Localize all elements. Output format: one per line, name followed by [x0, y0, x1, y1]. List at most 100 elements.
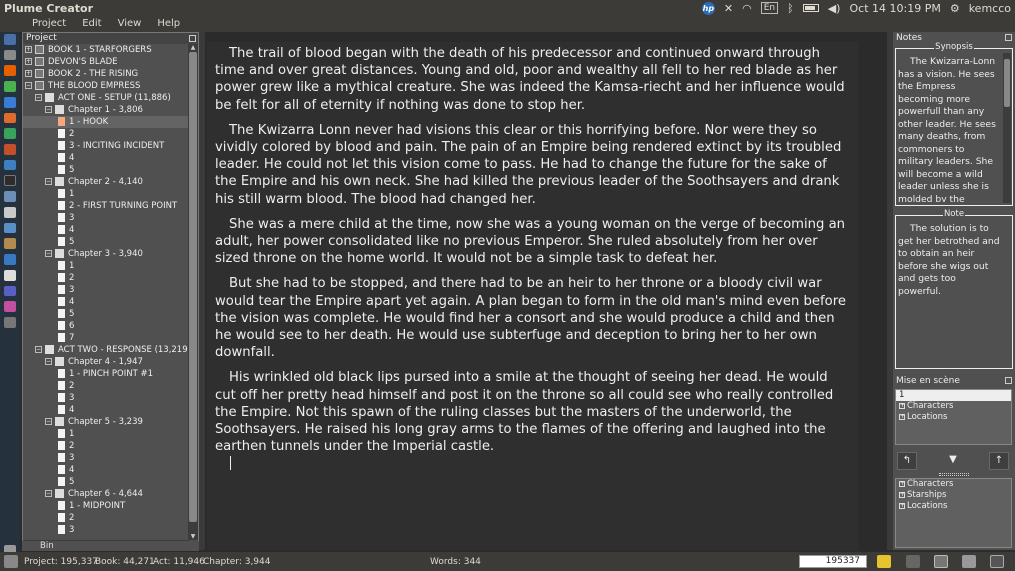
chrome-icon[interactable] [4, 81, 16, 92]
editor-paragraph[interactable]: The trail of blood began with the death … [215, 45, 850, 114]
panel-float-button[interactable] [1005, 377, 1012, 384]
tree-item[interactable]: 2 [23, 512, 74, 524]
tree-item[interactable]: 4 [23, 404, 74, 416]
text-editor[interactable]: The trail of blood began with the death … [207, 42, 858, 550]
keyboard-indicator[interactable]: En [760, 2, 779, 14]
tree-item[interactable]: 3 [23, 452, 74, 464]
expand-toggle-icon[interactable]: − [45, 250, 52, 257]
tree-item[interactable]: 3 [23, 524, 74, 536]
battery-icon[interactable] [802, 4, 819, 12]
tree-item[interactable]: 1 [23, 428, 74, 440]
window-icon[interactable] [990, 555, 1004, 568]
files-icon[interactable] [4, 49, 16, 61]
note-text[interactable]: The solution is to get her betrothed and… [898, 223, 1000, 363]
tree-item[interactable]: − ACT ONE - SETUP (11,886) [23, 92, 171, 104]
tree-item[interactable]: 2 [23, 128, 74, 140]
tree-item[interactable]: − Chapter 3 - 3,940 [23, 248, 143, 260]
expand-icon[interactable]: + [899, 480, 905, 487]
editor-paragraph[interactable]: But she had to be stopped, and there had… [215, 275, 850, 361]
text-editor-icon[interactable] [4, 206, 16, 218]
tree-item[interactable]: − Chapter 5 - 3,239 [23, 416, 143, 428]
expand-toggle-icon[interactable]: − [45, 178, 52, 185]
expand-toggle-icon[interactable]: − [45, 358, 52, 365]
tree-item[interactable]: + BOOK 2 - THE RISING [23, 68, 138, 80]
attend-icon[interactable] [962, 555, 976, 568]
tree-item[interactable]: 3 [23, 212, 74, 224]
settings-icon[interactable] [4, 191, 16, 202]
expand-toggle-icon[interactable]: − [45, 106, 52, 113]
list-item[interactable]: + Locations [896, 501, 1011, 512]
tree-item[interactable]: 2 [23, 440, 74, 452]
video-icon[interactable] [4, 285, 16, 297]
expand-toggle-icon[interactable]: − [25, 82, 32, 89]
user-name[interactable]: kemcco [969, 2, 1011, 15]
menu-project[interactable]: Project [0, 16, 74, 32]
panel-float-button[interactable] [1005, 34, 1012, 41]
tree-item[interactable]: − Chapter 1 - 3,806 [23, 104, 143, 116]
expand-icon[interactable]: + [899, 402, 905, 409]
expand-toggle-icon[interactable]: − [45, 490, 52, 497]
tree-item[interactable]: 4 [23, 296, 74, 308]
editor-paragraph[interactable]: She was a mere child at the time, now sh… [215, 216, 850, 268]
list-item[interactable]: + Characters [896, 401, 1011, 412]
list-item[interactable]: + Characters [896, 479, 1011, 490]
music-icon[interactable] [4, 254, 16, 265]
dash-icon[interactable] [4, 34, 16, 45]
workspace-icon[interactable] [4, 316, 16, 328]
tree-item[interactable]: 5 [23, 476, 74, 488]
panel-float-button[interactable] [189, 35, 196, 42]
tree-item[interactable]: − THE BLOOD EMPRESS [23, 80, 140, 92]
tree-item[interactable]: 5 [23, 308, 74, 320]
settings-gear-icon[interactable]: ⚙ [950, 2, 960, 15]
scroll-up-icon[interactable]: ▲ [189, 44, 197, 51]
volume-icon[interactable]: ◀) [828, 2, 841, 15]
add-item-button[interactable]: ↑ [989, 452, 1009, 470]
scene-mise-list[interactable]: 1 + Characters + Locations [895, 389, 1012, 445]
expand-toggle-icon[interactable]: − [35, 94, 42, 101]
trash-icon[interactable] [4, 555, 18, 568]
tree-item[interactable]: − Chapter 2 - 4,140 [23, 176, 143, 188]
expand-toggle-icon[interactable]: + [25, 58, 32, 65]
synopsis-scrollbar[interactable] [1003, 53, 1011, 203]
tree-item[interactable]: 1 - HOOK [23, 116, 189, 128]
tree-item[interactable]: 2 [23, 380, 74, 392]
expand-toggle-icon[interactable]: − [45, 418, 52, 425]
firefox-icon[interactable] [4, 65, 16, 77]
tree-item[interactable]: 3 [23, 392, 74, 404]
fullscreen-icon[interactable] [934, 555, 948, 568]
tree-item[interactable]: − Chapter 6 - 4,644 [23, 488, 143, 500]
resize-handle[interactable] [939, 473, 969, 476]
plume-creator-icon[interactable] [4, 301, 16, 312]
scroll-thumb[interactable] [189, 52, 197, 522]
tree-item[interactable]: 1 - MIDPOINT [23, 500, 125, 512]
remove-item-button[interactable]: ↰ [897, 452, 917, 470]
expand-toggle-icon[interactable]: − [35, 346, 42, 353]
tree-item[interactable]: 1 [23, 188, 74, 200]
tree-item[interactable]: 2 [23, 272, 74, 284]
trash-item[interactable]: Bin [22, 541, 199, 551]
world-list[interactable]: + Characters + Starships + Locations [895, 478, 1012, 548]
editor-text[interactable]: The trail of blood began with the death … [207, 42, 858, 455]
tree-item[interactable]: 7 [23, 332, 74, 344]
editor-paragraph[interactable]: The Kwizarra Lonn never had visions this… [215, 122, 850, 208]
calendar-icon[interactable] [4, 269, 16, 281]
move-down-button[interactable]: ▼ [943, 452, 963, 470]
archive-icon[interactable] [4, 238, 16, 250]
tree-item[interactable]: 6 [23, 320, 74, 332]
synopsis-text[interactable]: The Kwizarra-Lonn has a vision. He sees … [898, 56, 1000, 202]
tools-icon[interactable] [906, 555, 920, 568]
calc-icon[interactable] [4, 128, 16, 140]
tree-vertical-scrollbar[interactable]: ▲ ▼ [188, 44, 198, 540]
clock[interactable]: Oct 14 10:19 PM [849, 2, 940, 15]
dropbox-icon[interactable]: ✕ [724, 2, 733, 15]
list-item[interactable]: + Starships [896, 490, 1011, 501]
list-item[interactable]: + Locations [896, 412, 1011, 423]
tree-item[interactable]: 1 [23, 260, 74, 272]
tree-item[interactable]: 5 [23, 236, 74, 248]
edit-pencil-icon[interactable] [877, 555, 891, 568]
impress-icon[interactable] [4, 144, 16, 155]
expand-icon[interactable]: + [899, 413, 905, 420]
menu-help[interactable]: Help [149, 16, 188, 32]
terminal-icon[interactable] [4, 175, 16, 187]
thunderbird-icon[interactable] [4, 159, 16, 171]
